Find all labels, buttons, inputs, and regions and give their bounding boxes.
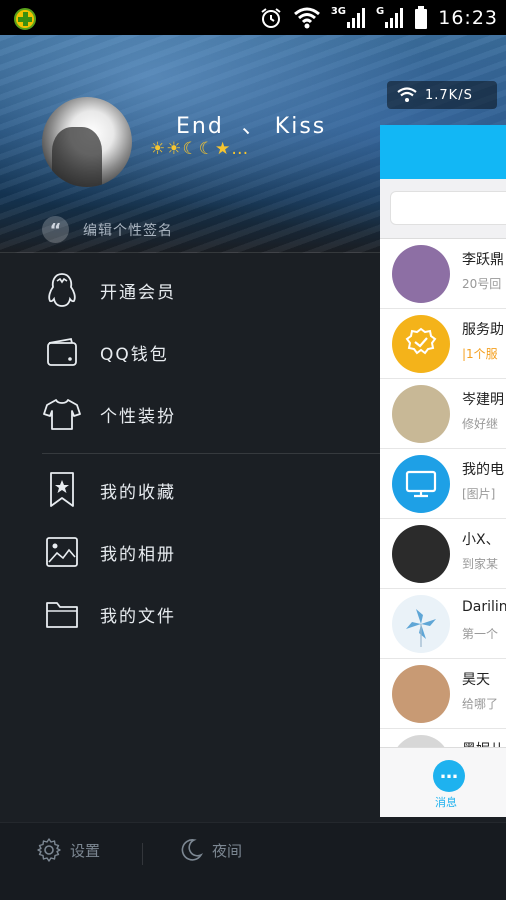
- chat-name: 岑建明: [462, 392, 504, 408]
- search-area: [380, 179, 506, 239]
- clock: 16:23: [438, 6, 498, 29]
- list-item[interactable]: 服务助 |1个服: [380, 309, 506, 379]
- divider: [42, 453, 380, 454]
- list-item[interactable]: Darilin 第一个: [380, 589, 506, 659]
- menu-item-vip[interactable]: 开通会员: [42, 266, 372, 314]
- wifi-icon: [293, 7, 320, 28]
- list-item[interactable]: 李跃鼎 20号回: [380, 239, 506, 309]
- menu-item-label: 我的文件: [100, 606, 176, 627]
- app-notification-icon: [14, 8, 36, 30]
- nickname[interactable]: End 、 Kiss: [176, 108, 326, 140]
- status-icons: 3G G 16:23: [259, 0, 506, 35]
- status-bar: 3G G 16:23: [0, 0, 506, 35]
- level-badges[interactable]: ☀☀☾☾★…: [150, 139, 249, 159]
- tab-messages[interactable]: 消息: [435, 794, 457, 810]
- alarm-icon: [261, 7, 281, 28]
- avatar: [392, 315, 450, 373]
- night-label: 夜间: [212, 841, 243, 860]
- moon-icon: [181, 839, 204, 861]
- chat-preview: 20号回: [462, 277, 502, 291]
- bottom-bar: 设置 夜间: [0, 822, 506, 900]
- avatar[interactable]: [42, 97, 132, 187]
- menu-item-album[interactable]: 我的相册: [42, 528, 372, 576]
- chat-name: Darilin: [462, 599, 506, 615]
- avatar: [392, 665, 450, 723]
- folder-icon: [42, 594, 82, 634]
- divider: [0, 252, 380, 253]
- signal-icon-2: [385, 7, 404, 28]
- chat-preview: [图片]: [462, 487, 496, 501]
- menu-item-label: 我的相册: [100, 544, 176, 565]
- main-panel[interactable]: 李跃鼎 20号回 服务助 |1个服 岑建明 修好继 我的电 [图片] 小X、 到…: [380, 125, 506, 817]
- menu-item-label: 我的收藏: [100, 482, 176, 503]
- chat-preview: |1个服: [462, 347, 498, 361]
- bookmark-star-icon: [42, 470, 82, 510]
- title-bar: [380, 125, 506, 179]
- menu-item-theme[interactable]: 个性装扮: [42, 390, 372, 438]
- list-item[interactable]: 我的电 [图片]: [380, 449, 506, 519]
- chat-name: 昊天: [462, 672, 490, 688]
- chat-preview: 修好继: [462, 417, 499, 431]
- chat-preview: 给哪了: [462, 697, 499, 711]
- network-speed-value: 1.7K/S: [425, 87, 473, 103]
- chat-name: 小X、: [462, 532, 500, 548]
- settings-button[interactable]: 设置: [36, 837, 100, 863]
- menu-item-label: 开通会员: [100, 282, 176, 303]
- signature-placeholder: 编辑个性签名: [83, 222, 173, 239]
- avatar: [392, 525, 450, 583]
- service-badge-icon: [405, 327, 437, 355]
- photo-album-icon: [42, 532, 82, 572]
- divider: [142, 843, 143, 865]
- list-item[interactable]: 岑建明 修好继: [380, 379, 506, 449]
- chat-name: 我的电: [462, 462, 504, 478]
- gear-icon: [37, 838, 61, 862]
- computer-icon: [405, 470, 437, 498]
- avatar: [392, 385, 450, 443]
- wifi-icon: [397, 87, 417, 102]
- chat-preview: 到家某: [462, 557, 499, 571]
- menu-item-wallet[interactable]: QQ钱包: [42, 328, 372, 376]
- settings-label: 设置: [70, 841, 101, 860]
- network-speed-badge: 1.7K/S: [387, 81, 497, 109]
- penguin-icon: [42, 270, 82, 310]
- search-input[interactable]: [390, 191, 506, 225]
- avatar: [392, 595, 450, 653]
- avatar: [392, 455, 450, 513]
- menu-item-label: QQ钱包: [100, 344, 169, 365]
- menu-item-label: 个性装扮: [100, 406, 176, 427]
- pinwheel-icon: [406, 609, 436, 647]
- avatar: [392, 245, 450, 303]
- menu-item-favorites[interactable]: 我的收藏: [42, 466, 372, 514]
- message-bubble-icon[interactable]: …: [433, 760, 465, 792]
- battery-icon: [415, 5, 428, 29]
- list-item[interactable]: 小X、 到家某: [380, 519, 506, 589]
- chat-list: 李跃鼎 20号回 服务助 |1个服 岑建明 修好继 我的电 [图片] 小X、 到…: [380, 239, 506, 799]
- chat-name: 服务助: [462, 322, 504, 338]
- chat-name: 李跃鼎: [462, 252, 504, 268]
- network-type-label-2: G: [376, 6, 385, 17]
- chat-preview: 第一个: [462, 627, 499, 641]
- menu-item-files[interactable]: 我的文件: [42, 590, 372, 638]
- signature-row[interactable]: “ 编辑个性签名: [42, 216, 173, 243]
- night-mode-button[interactable]: 夜间: [178, 837, 242, 863]
- wallet-icon: [42, 332, 82, 372]
- network-type-label: 3G: [330, 6, 347, 17]
- bottom-tab-bar: … 消息: [380, 747, 506, 817]
- list-item[interactable]: 昊天 给哪了: [380, 659, 506, 729]
- signal-icon: [347, 7, 366, 28]
- quote-icon: “: [42, 216, 69, 243]
- tshirt-icon: [42, 394, 82, 434]
